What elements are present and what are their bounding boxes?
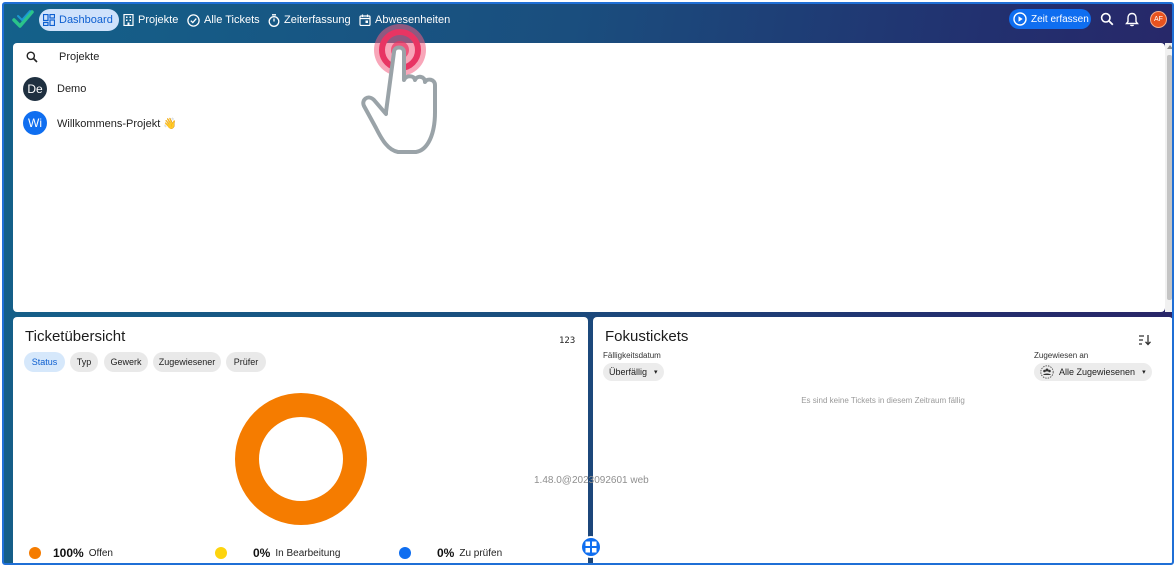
chevron-down-icon: ▾ (654, 369, 658, 376)
focus-tickets-card: Fokustickets Fälligkeitsdatum Überfällig… (593, 317, 1172, 563)
donut-slice-offen[interactable] (235, 393, 367, 525)
legend-percent: 0% (253, 546, 271, 560)
focus-tickets-title: Fokustickets (605, 328, 689, 345)
legend-item-zu-pruefen: 0% Zu prüfen (399, 546, 502, 560)
add-widget-button[interactable] (580, 536, 602, 558)
project-item-willkommens[interactable]: Wi Willkommens-Projekt 👋 (23, 111, 177, 135)
nav-alle-tickets[interactable]: Alle Tickets (183, 9, 266, 31)
start-timer-label: Zeit erfassen (1031, 13, 1089, 25)
group-icon (1040, 365, 1054, 379)
project-name: Demo (57, 83, 87, 95)
legend-dot (29, 547, 41, 559)
dashboard-icon (43, 14, 55, 26)
due-date-value: Überfällig (609, 367, 648, 377)
nav-projekte[interactable]: Projekte (119, 9, 184, 31)
project-search-placeholder: Projekte (59, 51, 100, 63)
status-donut-chart (235, 393, 367, 525)
chevron-down-icon: ▾ (1142, 369, 1146, 376)
start-timer-button[interactable]: Zeit erfassen (1009, 9, 1091, 29)
filter-chip-status[interactable]: Status (24, 352, 65, 372)
filter-chip-gewerk[interactable]: Gewerk (104, 352, 148, 372)
scroll-up-arrow-icon[interactable] (1167, 45, 1172, 49)
bell-icon[interactable] (1125, 12, 1139, 27)
check-circle-icon (187, 13, 200, 27)
nav-dashboard-label: Dashboard (59, 14, 113, 26)
building-icon (123, 14, 134, 26)
legend-dot (215, 547, 227, 559)
assigned-select[interactable]: Alle Zugewiesenen ▾ (1034, 363, 1152, 381)
filter-chip-zugewiesener[interactable]: Zugewiesener (153, 352, 221, 372)
search-icon (26, 51, 38, 63)
search-icon[interactable] (1100, 12, 1114, 26)
count-toggle-icon[interactable]: 123 (559, 336, 575, 346)
project-item-demo[interactable]: De Demo (23, 77, 86, 101)
legend-percent: 0% (437, 546, 455, 560)
project-avatar: De (23, 77, 47, 101)
legend-label: Zu prüfen (459, 547, 503, 559)
stopwatch-icon (268, 13, 280, 27)
empty-state-message: Es sind keine Tickets in diesem Zeitraum… (801, 396, 965, 405)
ticket-overview-title: Ticketübersicht (25, 328, 126, 345)
project-avatar: Wi (23, 111, 47, 135)
pointer-hand-icon (361, 24, 437, 154)
nav-zeiterfassung-label: Zeiterfassung (284, 14, 351, 26)
ticket-overview-card: Ticketübersicht 123 Status Typ Gewerk Zu… (13, 317, 588, 563)
legend-label: In Bearbeitung (275, 547, 341, 559)
filter-chip-typ[interactable]: Typ (70, 352, 98, 372)
due-date-label: Fälligkeitsdatum (603, 351, 661, 360)
assigned-value: Alle Zugewiesenen (1059, 367, 1136, 377)
play-circle-icon (1013, 12, 1027, 26)
scrollbar-thumb[interactable] (1167, 55, 1172, 300)
project-name: Willkommens-Projekt 👋 (57, 117, 178, 130)
widgets-icon (585, 541, 597, 553)
due-date-select[interactable]: Überfällig ▾ (603, 363, 664, 381)
assigned-label: Zugewiesen an (1034, 351, 1089, 360)
app-window: Dashboard Projekte Alle Tickets Zeiterfa… (2, 2, 1174, 565)
nav-dashboard[interactable]: Dashboard (39, 9, 119, 31)
version-label: 1.48.0@2023092601 web (534, 475, 649, 486)
project-search-field[interactable]: Projekte (26, 51, 99, 63)
legend-percent: 100% (53, 546, 84, 560)
user-avatar[interactable]: AF (1150, 11, 1167, 28)
sort-icon[interactable] (1138, 334, 1152, 346)
legend-item-in-bearbeitung: 0% In Bearbeitung (215, 546, 340, 560)
top-navigation: Dashboard Projekte Alle Tickets Zeiterfa… (4, 4, 1172, 36)
project-switcher-panel: Projekte De Demo Wi Willkommens-Projekt … (13, 43, 1165, 312)
legend-item-offen: 100% Offen (29, 546, 113, 560)
legend-label: Offen (88, 547, 113, 559)
nav-projekte-label: Projekte (138, 14, 179, 26)
nav-alle-tickets-label: Alle Tickets (204, 14, 260, 26)
nav-zeiterfassung[interactable]: Zeiterfassung (264, 9, 357, 31)
app-logo-icon[interactable] (12, 9, 36, 36)
filter-chip-pruefer[interactable]: Prüfer (226, 352, 266, 372)
legend-dot (399, 547, 411, 559)
panel-scrollbar[interactable] (1165, 43, 1172, 312)
